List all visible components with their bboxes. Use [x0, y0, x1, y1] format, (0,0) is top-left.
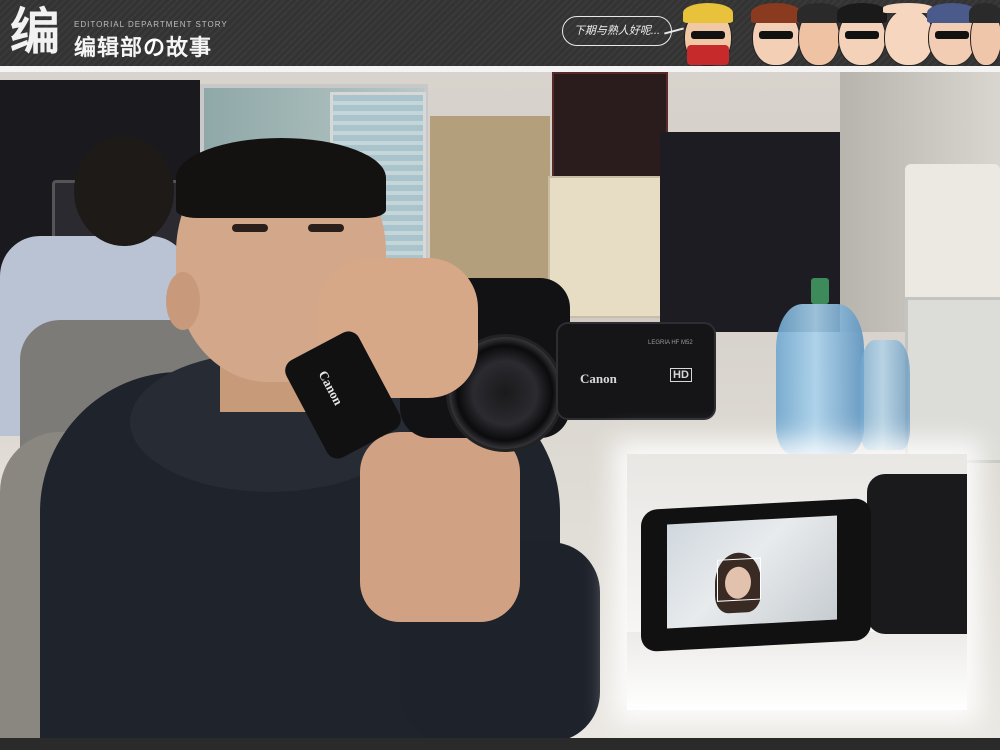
water-jug-2 [860, 340, 910, 450]
logo-title-part2: 故事 [166, 35, 213, 60]
header-banner: 编 EDITORIAL DEPARTMENT STORY 编辑部の故事 下期与熟… [0, 0, 1000, 66]
man-hair [176, 138, 386, 218]
water-jug-1 [776, 304, 864, 454]
logo-title-part1: 编辑部 [74, 35, 144, 60]
camcorder-brand: Canon [580, 371, 617, 386]
inset-camcorder-body [867, 474, 967, 634]
camcorder-model: LEGRIA HF M52 [648, 340, 693, 346]
inset-photo [627, 454, 967, 710]
man-eye-left [232, 224, 268, 232]
face-detect-frame [717, 557, 761, 602]
logo-title-accent: の [143, 35, 167, 60]
main-photo: LEGRIA HF M52 Canon HD Canon [0, 72, 1000, 738]
cartoon-face-7 [969, 3, 1000, 66]
camcorder-hd-badge: HD [670, 368, 692, 382]
background-rack [552, 72, 668, 184]
coworker-head [74, 136, 174, 246]
man-hand-lower [360, 432, 520, 622]
man-eye-right [308, 224, 344, 232]
logo-title: 编辑部の故事 [74, 30, 212, 62]
man-ear [166, 272, 200, 330]
cartoon-face-4 [837, 3, 887, 66]
water-jug-1-neck [811, 278, 829, 304]
speech-bubble: 下期与熟人好呢... [562, 16, 672, 46]
printer [905, 297, 1000, 463]
cartoon-face-3 [797, 3, 841, 66]
cartoon-face-1 [683, 3, 733, 66]
cartoon-faces [680, 0, 1000, 66]
footer-bar [0, 738, 1000, 750]
inset-lcd-screen [667, 515, 837, 629]
logo-subtitle: EDITORIAL DEPARTMENT STORY [74, 20, 228, 29]
logo-mark: 编 [10, 3, 60, 61]
cartoon-face-2 [751, 3, 801, 66]
